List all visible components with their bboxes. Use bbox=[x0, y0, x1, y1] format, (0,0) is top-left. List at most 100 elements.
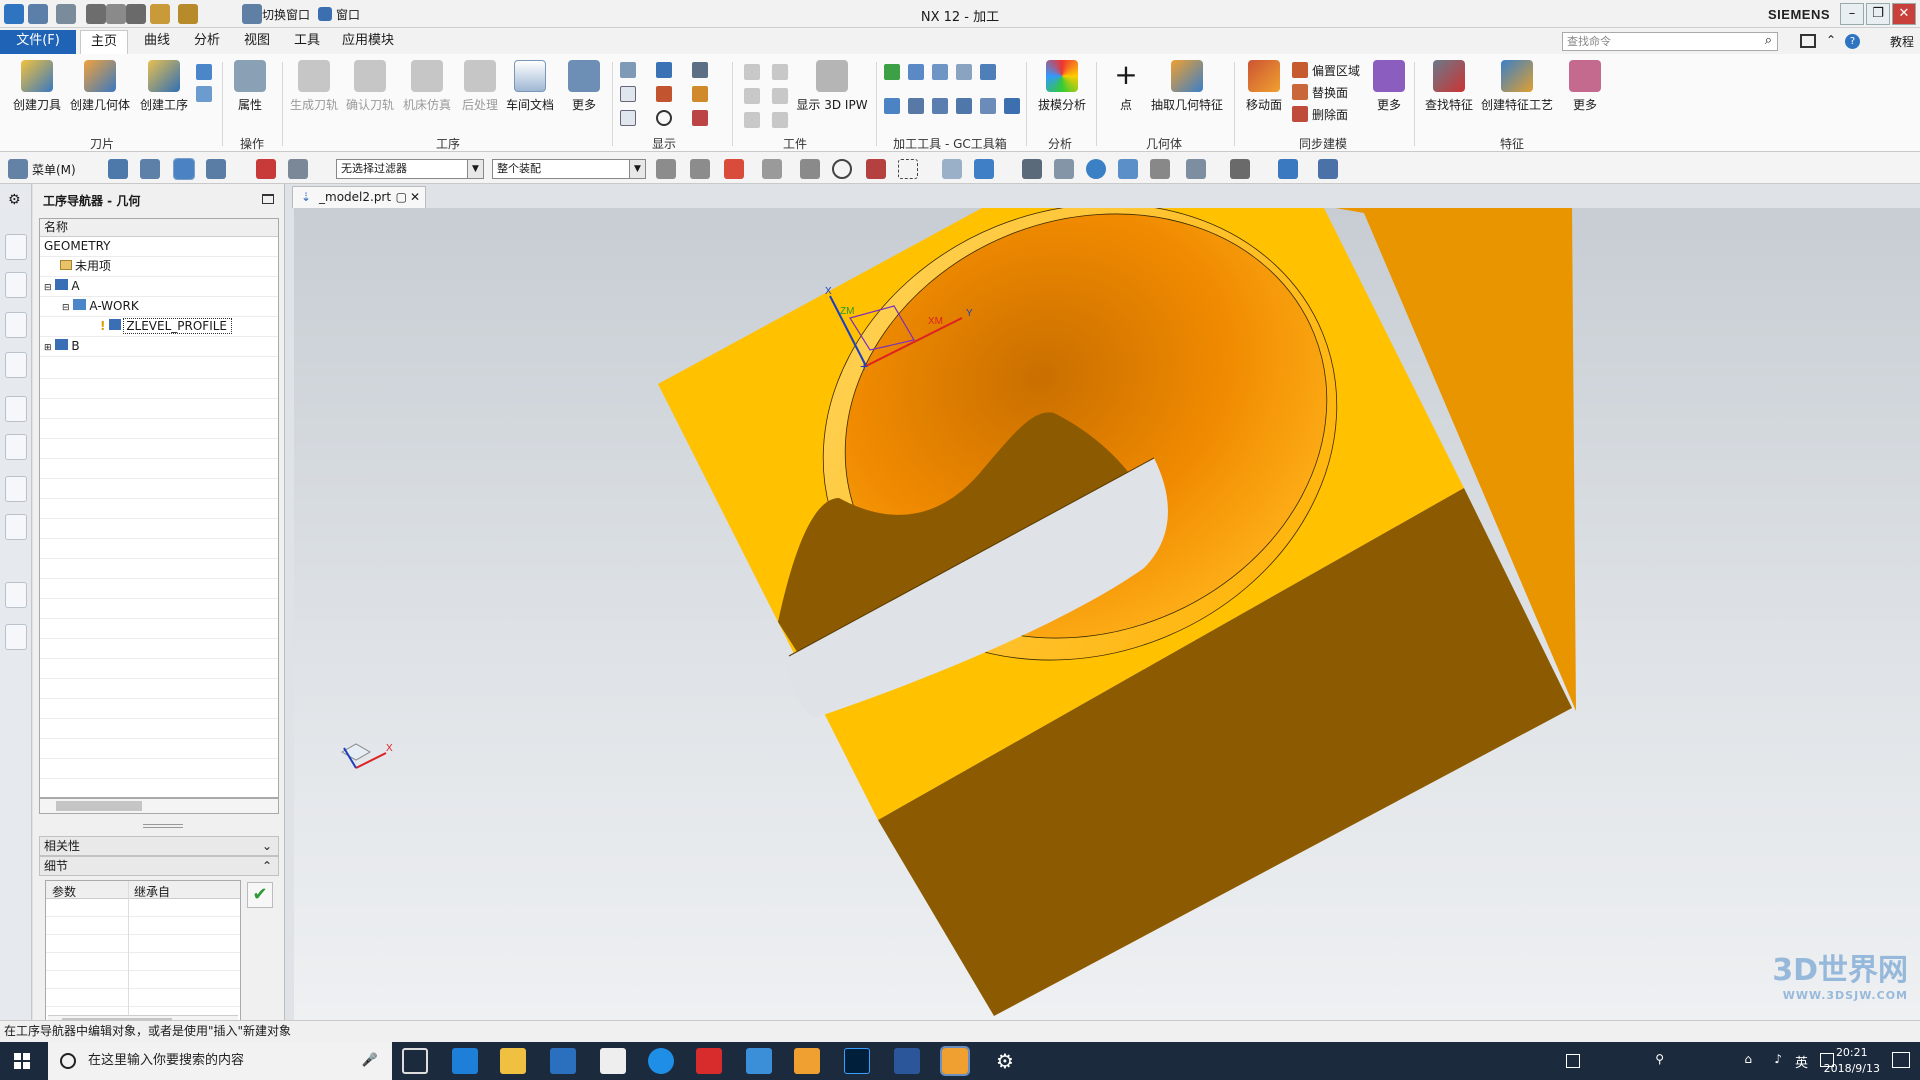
tab-home[interactable]: 主页 bbox=[80, 30, 128, 54]
gc-icon-6[interactable] bbox=[884, 98, 900, 114]
expand-icon[interactable]: ⊞ bbox=[44, 343, 52, 353]
ime-indicator[interactable]: 英 bbox=[1795, 1052, 1808, 1071]
gc-icon-11[interactable] bbox=[1004, 98, 1020, 114]
replace-face-icon[interactable] bbox=[1292, 84, 1308, 100]
feature-icon[interactable] bbox=[288, 159, 308, 179]
column-header-name[interactable]: 名称 bbox=[40, 219, 278, 237]
store-icon[interactable] bbox=[550, 1048, 576, 1074]
pin-icon[interactable]: ⇣ bbox=[301, 187, 311, 207]
app-k-icon[interactable] bbox=[648, 1048, 674, 1074]
view-icon-1[interactable] bbox=[942, 159, 962, 179]
tree-row-a[interactable]: ⊟ A bbox=[40, 277, 278, 297]
rotate-icon[interactable] bbox=[1086, 159, 1106, 179]
search-icon[interactable]: ⌕ bbox=[1765, 33, 1772, 48]
network-icon[interactable]: ⌂ bbox=[1744, 1052, 1752, 1066]
splitter-handle[interactable] bbox=[143, 824, 183, 828]
maximize-panel-icon[interactable] bbox=[262, 194, 274, 204]
chevron-up-icon[interactable]: ⌃ bbox=[1826, 33, 1836, 47]
workpiece-icon-1[interactable] bbox=[744, 64, 760, 80]
part-model[interactable]: X ZM XM Y + X bbox=[294, 203, 1920, 1020]
assembly-navigator-icon[interactable] bbox=[5, 312, 27, 338]
full-screen-icon[interactable] bbox=[1800, 34, 1816, 48]
snap-icon-3[interactable] bbox=[724, 159, 744, 179]
part-navigator-icon[interactable] bbox=[5, 234, 27, 260]
create-feature-process-button[interactable]: 创建特征工艺 bbox=[1480, 60, 1554, 113]
tab-curve[interactable]: 曲线 bbox=[134, 30, 180, 54]
gc-icon-10[interactable] bbox=[980, 98, 996, 114]
method-view-icon[interactable] bbox=[206, 159, 226, 179]
help-icon[interactable]: ? bbox=[1845, 34, 1860, 49]
windows-start-icon[interactable] bbox=[14, 1053, 30, 1069]
find-feature-button[interactable]: 查找特征 bbox=[1420, 60, 1478, 113]
workpiece-icon-2[interactable] bbox=[772, 64, 788, 80]
nx-app-icon[interactable] bbox=[794, 1048, 820, 1074]
collapse-icon[interactable]: ⊟ bbox=[44, 283, 52, 293]
constraint-navigator-icon[interactable] bbox=[5, 352, 27, 378]
move-face-button[interactable]: 移动面 bbox=[1240, 60, 1288, 113]
tab-tools[interactable]: 工具 bbox=[284, 30, 330, 54]
tab-application[interactable]: 应用模块 bbox=[332, 30, 404, 54]
machine-tool-view-icon[interactable] bbox=[140, 159, 160, 179]
show-3d-ipw-button[interactable]: 显示 3D IPW bbox=[794, 60, 870, 113]
microphone-icon[interactable]: 🎤 bbox=[362, 1042, 378, 1080]
tree-row-a-work[interactable]: ⊟ A-WORK bbox=[40, 297, 278, 317]
workpiece-icon-6[interactable] bbox=[772, 112, 788, 128]
edge-browser-icon[interactable] bbox=[452, 1048, 478, 1074]
curve-icon[interactable] bbox=[656, 86, 672, 102]
line-icon[interactable] bbox=[692, 110, 708, 126]
scroll-thumb[interactable] bbox=[56, 801, 142, 811]
people-icon[interactable]: ⚲ bbox=[1655, 1052, 1664, 1066]
gc-icon-2[interactable] bbox=[908, 64, 924, 80]
snap-icon-1[interactable] bbox=[656, 159, 676, 179]
tab-file[interactable]: 文件(F) bbox=[0, 30, 76, 54]
minimize-button[interactable]: – bbox=[1840, 3, 1864, 25]
display-icon-6[interactable] bbox=[692, 86, 708, 102]
tutorial-button[interactable]: 教程 bbox=[1890, 33, 1914, 50]
task-view-icon[interactable] bbox=[402, 1048, 428, 1074]
delete-face-icon[interactable] bbox=[1292, 106, 1308, 122]
zoom-icon[interactable] bbox=[1054, 159, 1074, 179]
file-explorer-icon[interactable] bbox=[500, 1048, 526, 1074]
tree-row-geometry[interactable]: GEOMETRY bbox=[40, 237, 278, 257]
program-order-view-icon[interactable] bbox=[108, 159, 128, 179]
photoshop-icon[interactable] bbox=[844, 1048, 870, 1074]
fit-view-icon[interactable] bbox=[1022, 159, 1042, 179]
assembly-scope-select[interactable]: 整个装配 ▼ bbox=[492, 159, 646, 179]
horizontal-scrollbar[interactable] bbox=[39, 798, 279, 814]
orient-view-icon[interactable] bbox=[1186, 159, 1206, 179]
settings-gear-icon[interactable]: ⚙ bbox=[992, 1048, 1018, 1074]
snap-icon-4[interactable] bbox=[762, 159, 782, 179]
display-icon-2[interactable] bbox=[656, 62, 672, 78]
gc-icon-3[interactable] bbox=[932, 64, 948, 80]
action-center-icon[interactable] bbox=[1892, 1052, 1910, 1068]
tab-analysis[interactable]: 分析 bbox=[184, 30, 230, 54]
tree-row-zlevel-profile[interactable]: ! ZLEVEL_PROFILE bbox=[40, 317, 278, 337]
postprocess-button[interactable]: 后处理 bbox=[458, 60, 502, 113]
offset-region-icon[interactable] bbox=[1292, 62, 1308, 78]
machine-simulation-button[interactable]: 机床仿真 bbox=[400, 60, 454, 113]
gc-icon-1[interactable] bbox=[884, 64, 900, 80]
workpiece-icon-4[interactable] bbox=[772, 88, 788, 104]
tab-view[interactable]: 视图 bbox=[234, 30, 280, 54]
tree-row-unused[interactable]: 未用项 bbox=[40, 257, 278, 277]
selection-filter-select[interactable]: 无选择过滤器 ▼ bbox=[336, 159, 484, 179]
display-icon-3[interactable] bbox=[692, 62, 708, 78]
command-search-input[interactable]: 查找命令 bbox=[1562, 32, 1778, 51]
apply-check-icon[interactable]: ✔ bbox=[247, 882, 273, 908]
word-icon[interactable] bbox=[894, 1048, 920, 1074]
menu-icon[interactable] bbox=[8, 159, 28, 179]
process-studio-icon[interactable] bbox=[5, 624, 27, 650]
snap-circle-icon[interactable] bbox=[832, 159, 852, 179]
gc-icon-8[interactable] bbox=[932, 98, 948, 114]
shaded-icon[interactable] bbox=[1278, 159, 1298, 179]
machine-navigator-icon[interactable] bbox=[5, 396, 27, 422]
display-icon-4[interactable] bbox=[620, 86, 636, 102]
close-tab-icon[interactable]: ✕ bbox=[410, 187, 420, 207]
create-tool-button[interactable]: 创建刀具 bbox=[10, 60, 64, 113]
history-clock-icon[interactable] bbox=[5, 582, 27, 608]
layer-icon[interactable] bbox=[1318, 159, 1338, 179]
more-sync-button[interactable]: 更多 bbox=[1370, 60, 1408, 113]
clock[interactable]: 20:21 2018/9/13 bbox=[1824, 1045, 1880, 1077]
pan-icon[interactable] bbox=[1118, 159, 1138, 179]
dependencies-section[interactable]: 相关性 ⌄ bbox=[39, 836, 279, 856]
